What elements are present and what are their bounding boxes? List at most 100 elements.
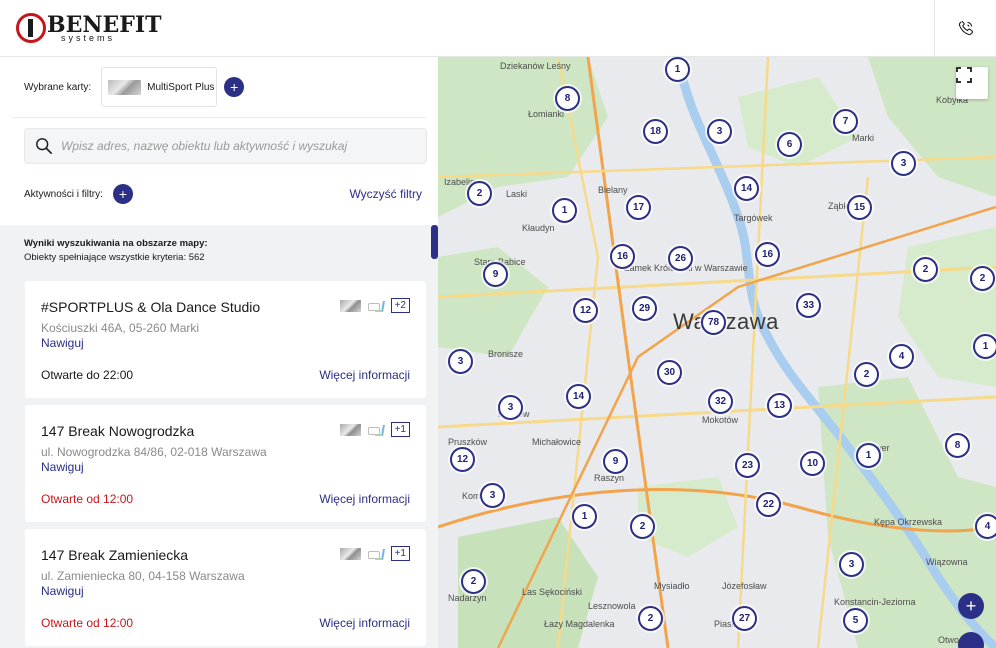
map-cluster-marker[interactable]: 2 [461,569,486,594]
results-scrollbar[interactable] [431,225,438,648]
map-cluster-marker[interactable]: 3 [891,151,916,176]
search-icon[interactable] [35,137,53,155]
search-input[interactable] [61,139,401,153]
map-cluster-marker[interactable]: 8 [945,433,970,458]
map-cluster-marker[interactable]: 17 [626,195,651,220]
map-cluster-marker[interactable]: 30 [657,360,682,385]
map-cluster-marker[interactable]: 2 [970,266,995,291]
benefit-systems-logo[interactable]: BENEFIT systems [16,12,162,44]
add-filter-button[interactable]: + [112,184,133,204]
map-cluster-marker[interactable]: 4 [889,344,914,369]
plus-icon: + [118,186,127,202]
map-cluster-marker[interactable]: 33 [796,293,821,318]
map-place-label: Nadarzyn [448,593,487,603]
map-place-label: Michałowice [532,437,582,447]
map-cluster-marker[interactable]: 6 [777,132,802,157]
item-address: ul. Nowogrodzka 84/86, 02-018 Warszawa [41,445,267,459]
map-place-label: Pruszków [448,437,488,447]
partner-logo-icon [366,300,386,312]
item-card-badges: +2 [339,298,410,313]
map-view[interactable]: Dziekanów Leśny Łomianki Izabelin Laski … [438,57,996,648]
map-cluster-marker[interactable]: 4 [975,514,996,539]
zoom-in-button[interactable]: + [958,593,984,619]
multisport-card-badge [339,547,361,560]
map-place-label: Józefosław [722,581,767,591]
fullscreen-button[interactable] [956,67,988,99]
partner-logo-icon [366,424,386,436]
filters-row: Aktywności i filtry: + Wyczyść filtry [24,183,422,205]
filters-label: Aktywności i filtry: [24,188,103,200]
map-cluster-marker[interactable]: 2 [913,257,938,282]
search-panel: Wybrane karty: MultiSport Plus + Aktywno… [0,57,438,648]
map-cluster-marker[interactable]: 3 [707,119,732,144]
map-cluster-marker[interactable]: 1 [856,443,881,468]
map-cluster-marker[interactable]: 5 [843,608,868,633]
list-item[interactable]: #SPORTPLUS & Ola Dance Studio +2 Kościus… [25,281,426,398]
more-info-link[interactable]: Więcej informacji [319,616,410,630]
map-cluster-marker[interactable]: 3 [448,349,473,374]
map-place-label: Targówek [734,213,773,223]
map-cluster-marker[interactable]: 2 [638,606,663,631]
map-cluster-marker[interactable]: 1 [572,504,597,529]
item-title[interactable]: 147 Break Zamieniecka [41,547,188,563]
map-place-label: Kłaudyn [522,223,555,233]
map-place-label: Marki [852,133,874,143]
navigate-link[interactable]: Nawiguj [41,336,84,350]
navigate-link[interactable]: Nawiguj [41,584,84,598]
map-cluster-marker[interactable]: 27 [732,606,757,631]
map-cluster-marker[interactable]: 9 [603,449,628,474]
selected-cards-label: Wybrane karty: [24,81,92,93]
map-cluster-marker[interactable]: 2 [630,514,655,539]
map-cluster-marker[interactable]: 7 [833,109,858,134]
map-cluster-marker[interactable]: 23 [735,453,760,478]
map-cluster-marker[interactable]: 78 [701,310,726,335]
map-cluster-marker[interactable]: 8 [555,86,580,111]
map-cluster-marker[interactable]: 14 [734,176,759,201]
map-cluster-marker[interactable]: 32 [708,389,733,414]
item-title[interactable]: #SPORTPLUS & Ola Dance Studio [41,299,260,315]
map-cluster-marker[interactable]: 3 [498,395,523,420]
map-cluster-marker[interactable]: 14 [566,384,591,409]
add-card-button[interactable]: + [224,77,245,97]
map-cluster-marker[interactable]: 10 [800,451,825,476]
map-place-label: Łomianki [528,109,565,119]
map-cluster-marker[interactable]: 12 [573,298,598,323]
clear-filters-link[interactable]: Wyczyść filtry [349,187,422,201]
map-place-label: Lesznowola [588,601,636,611]
list-item[interactable]: 147 Break Zamieniecka +1 ul. Zamieniecka… [25,529,426,646]
map-cluster-marker[interactable]: 9 [483,262,508,287]
map-cluster-marker[interactable]: 18 [643,119,668,144]
map-cluster-marker[interactable]: 29 [632,296,657,321]
map-place-label: Dziekanów Leśny [500,61,571,71]
map-cluster-marker[interactable]: 12 [450,447,475,472]
more-info-link[interactable]: Więcej informacji [319,368,410,382]
navigate-link[interactable]: Nawiguj [41,460,84,474]
map-cluster-marker[interactable]: 16 [610,244,635,269]
map-cluster-marker[interactable]: 1 [665,57,690,82]
card-chip-multisport-plus[interactable]: MultiSport Plus [101,67,218,107]
map-cluster-marker[interactable]: 3 [480,483,505,508]
item-card-badges: +1 [339,546,410,561]
map-cluster-marker[interactable]: 3 [839,552,864,577]
multisport-card-image [108,79,142,95]
more-info-link[interactable]: Więcej informacji [319,492,410,506]
map-place-label: Bronisze [488,349,524,359]
list-item[interactable]: 147 Break Nowogrodzka +1 ul. Nowogrodzka… [25,405,426,522]
map-cluster-marker[interactable]: 2 [467,181,492,206]
scrollbar-thumb[interactable] [431,225,438,259]
map-cluster-marker[interactable]: 2 [854,362,879,387]
map-place-label: Kępa Okrzewska [874,517,943,527]
item-title[interactable]: 147 Break Nowogrodzka [41,423,194,439]
map-cluster-marker[interactable]: 22 [756,492,781,517]
map-cluster-marker[interactable]: 1 [973,334,996,359]
results-count: Obiekty spełniające wszystkie kryteria: … [24,252,205,263]
map-cluster-marker[interactable]: 13 [767,393,792,418]
phone-icon [958,20,973,36]
selected-cards-row: Wybrane karty: MultiSport Plus + [24,67,245,107]
multisport-card-badge [339,423,361,436]
map-cluster-marker[interactable]: 1 [552,198,577,223]
phone-button[interactable] [934,0,996,56]
map-cluster-marker[interactable]: 16 [755,242,780,267]
map-cluster-marker[interactable]: 26 [668,246,693,271]
map-cluster-marker[interactable]: 15 [847,195,872,220]
